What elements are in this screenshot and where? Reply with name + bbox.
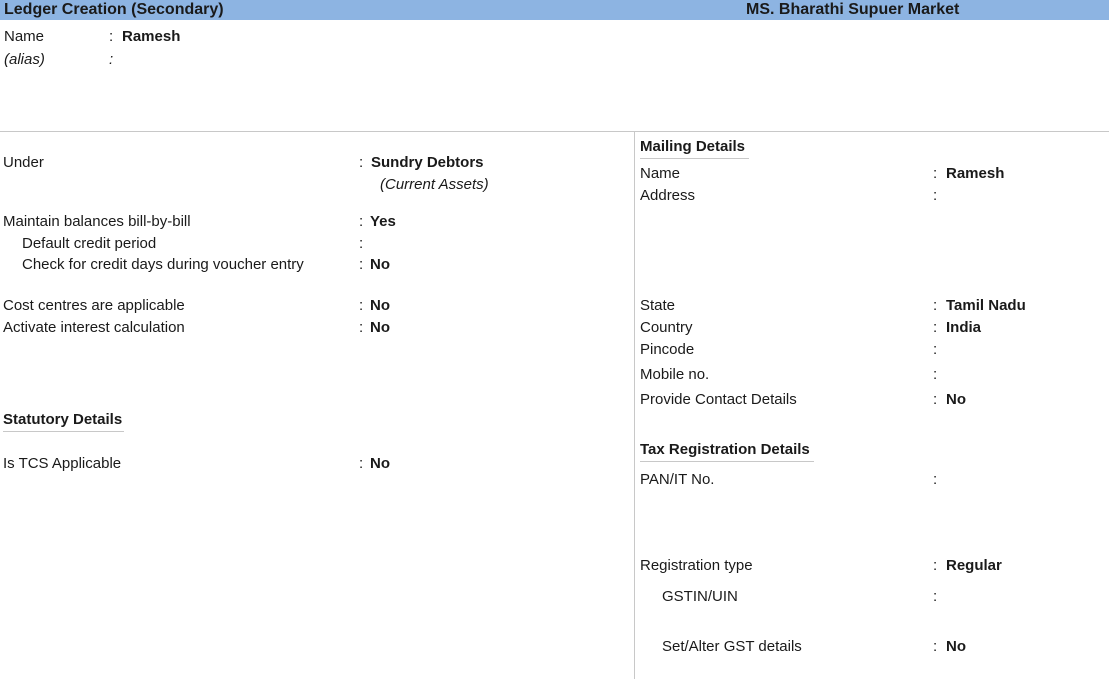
mobile-sep: :	[933, 366, 938, 383]
registration-type-input[interactable]: Regular	[946, 557, 1002, 574]
credit-period-input[interactable]	[370, 235, 490, 253]
country-input[interactable]: India	[946, 319, 981, 336]
header-divider	[0, 131, 1109, 132]
mailing-name-input[interactable]: Ramesh	[946, 165, 1004, 182]
gstin-label: GSTIN/UIN	[662, 588, 738, 605]
mobile-input[interactable]	[946, 366, 1096, 384]
registration-type-label: Registration type	[640, 557, 753, 574]
tcs-input[interactable]: No	[370, 455, 390, 472]
credit-check-sep: :	[359, 256, 364, 273]
state-sep: :	[933, 297, 938, 314]
address-sep: :	[933, 187, 938, 204]
contact-details-sep: :	[933, 391, 938, 408]
mailing-details-heading: Mailing Details	[640, 138, 750, 159]
ledger-name-input[interactable]: Ramesh	[122, 28, 180, 45]
gstin-sep: :	[933, 588, 938, 605]
statutory-details-heading: Statutory Details	[3, 411, 125, 432]
interest-input[interactable]: No	[370, 319, 390, 336]
pan-label: PAN/IT No.	[640, 471, 715, 488]
pincode-label: Pincode	[640, 341, 695, 358]
gst-details-label: Set/Alter GST details	[662, 638, 802, 655]
title-bar: Ledger Creation (Secondary) MS. Bharathi…	[0, 0, 1109, 20]
alias-sep: :	[109, 51, 114, 68]
mailing-name-sep: :	[933, 165, 938, 182]
tcs-label: Is TCS Applicable	[3, 455, 122, 472]
under-group-parent: (Current Assets)	[380, 176, 489, 193]
mobile-label: Mobile no.	[640, 366, 710, 383]
credit-period-sep: :	[359, 235, 364, 252]
address-input[interactable]	[946, 187, 1096, 205]
under-group-input[interactable]: Sundry Debtors	[371, 154, 484, 171]
contact-details-label: Provide Contact Details	[640, 391, 797, 408]
tcs-sep: :	[359, 455, 364, 472]
column-divider	[634, 132, 635, 679]
cost-centres-label: Cost centres are applicable	[3, 297, 185, 314]
billwise-input[interactable]: Yes	[370, 213, 396, 230]
interest-label: Activate interest calculation	[3, 319, 185, 336]
registration-type-sep: :	[933, 557, 938, 574]
gstin-input[interactable]	[946, 588, 1096, 606]
pan-input[interactable]	[946, 471, 1096, 489]
gst-details-input[interactable]: No	[946, 638, 966, 655]
alias-input[interactable]	[122, 51, 322, 69]
mailing-name-label: Name	[640, 165, 681, 182]
interest-sep: :	[359, 319, 364, 336]
alias-label: (alias)	[4, 51, 45, 68]
tax-registration-heading: Tax Registration Details	[640, 441, 814, 462]
pincode-input[interactable]	[946, 341, 1096, 359]
under-label: Under	[3, 154, 44, 171]
window-title: Ledger Creation (Secondary)	[4, 1, 224, 18]
under-sep: :	[359, 154, 364, 171]
address-label: Address	[640, 187, 696, 204]
country-label: Country	[640, 319, 693, 336]
pincode-sep: :	[933, 341, 938, 358]
cost-centres-sep: :	[359, 297, 364, 314]
state-input[interactable]: Tamil Nadu	[946, 297, 1026, 314]
ledger-name-sep: :	[109, 28, 114, 45]
pan-sep: :	[933, 471, 938, 488]
credit-check-input[interactable]: No	[370, 256, 390, 273]
credit-check-label: Check for credit days during voucher ent…	[22, 256, 304, 273]
gst-details-sep: :	[933, 638, 938, 655]
billwise-sep: :	[359, 213, 364, 230]
country-sep: :	[933, 319, 938, 336]
company-name: MS. Bharathi Supuer Market	[746, 1, 960, 18]
contact-details-input[interactable]: No	[946, 391, 966, 408]
cost-centres-input[interactable]: No	[370, 297, 390, 314]
ledger-name-label: Name	[4, 28, 45, 45]
billwise-label: Maintain balances bill-by-bill	[3, 213, 191, 230]
state-label: State	[640, 297, 676, 314]
credit-period-label: Default credit period	[22, 235, 157, 252]
